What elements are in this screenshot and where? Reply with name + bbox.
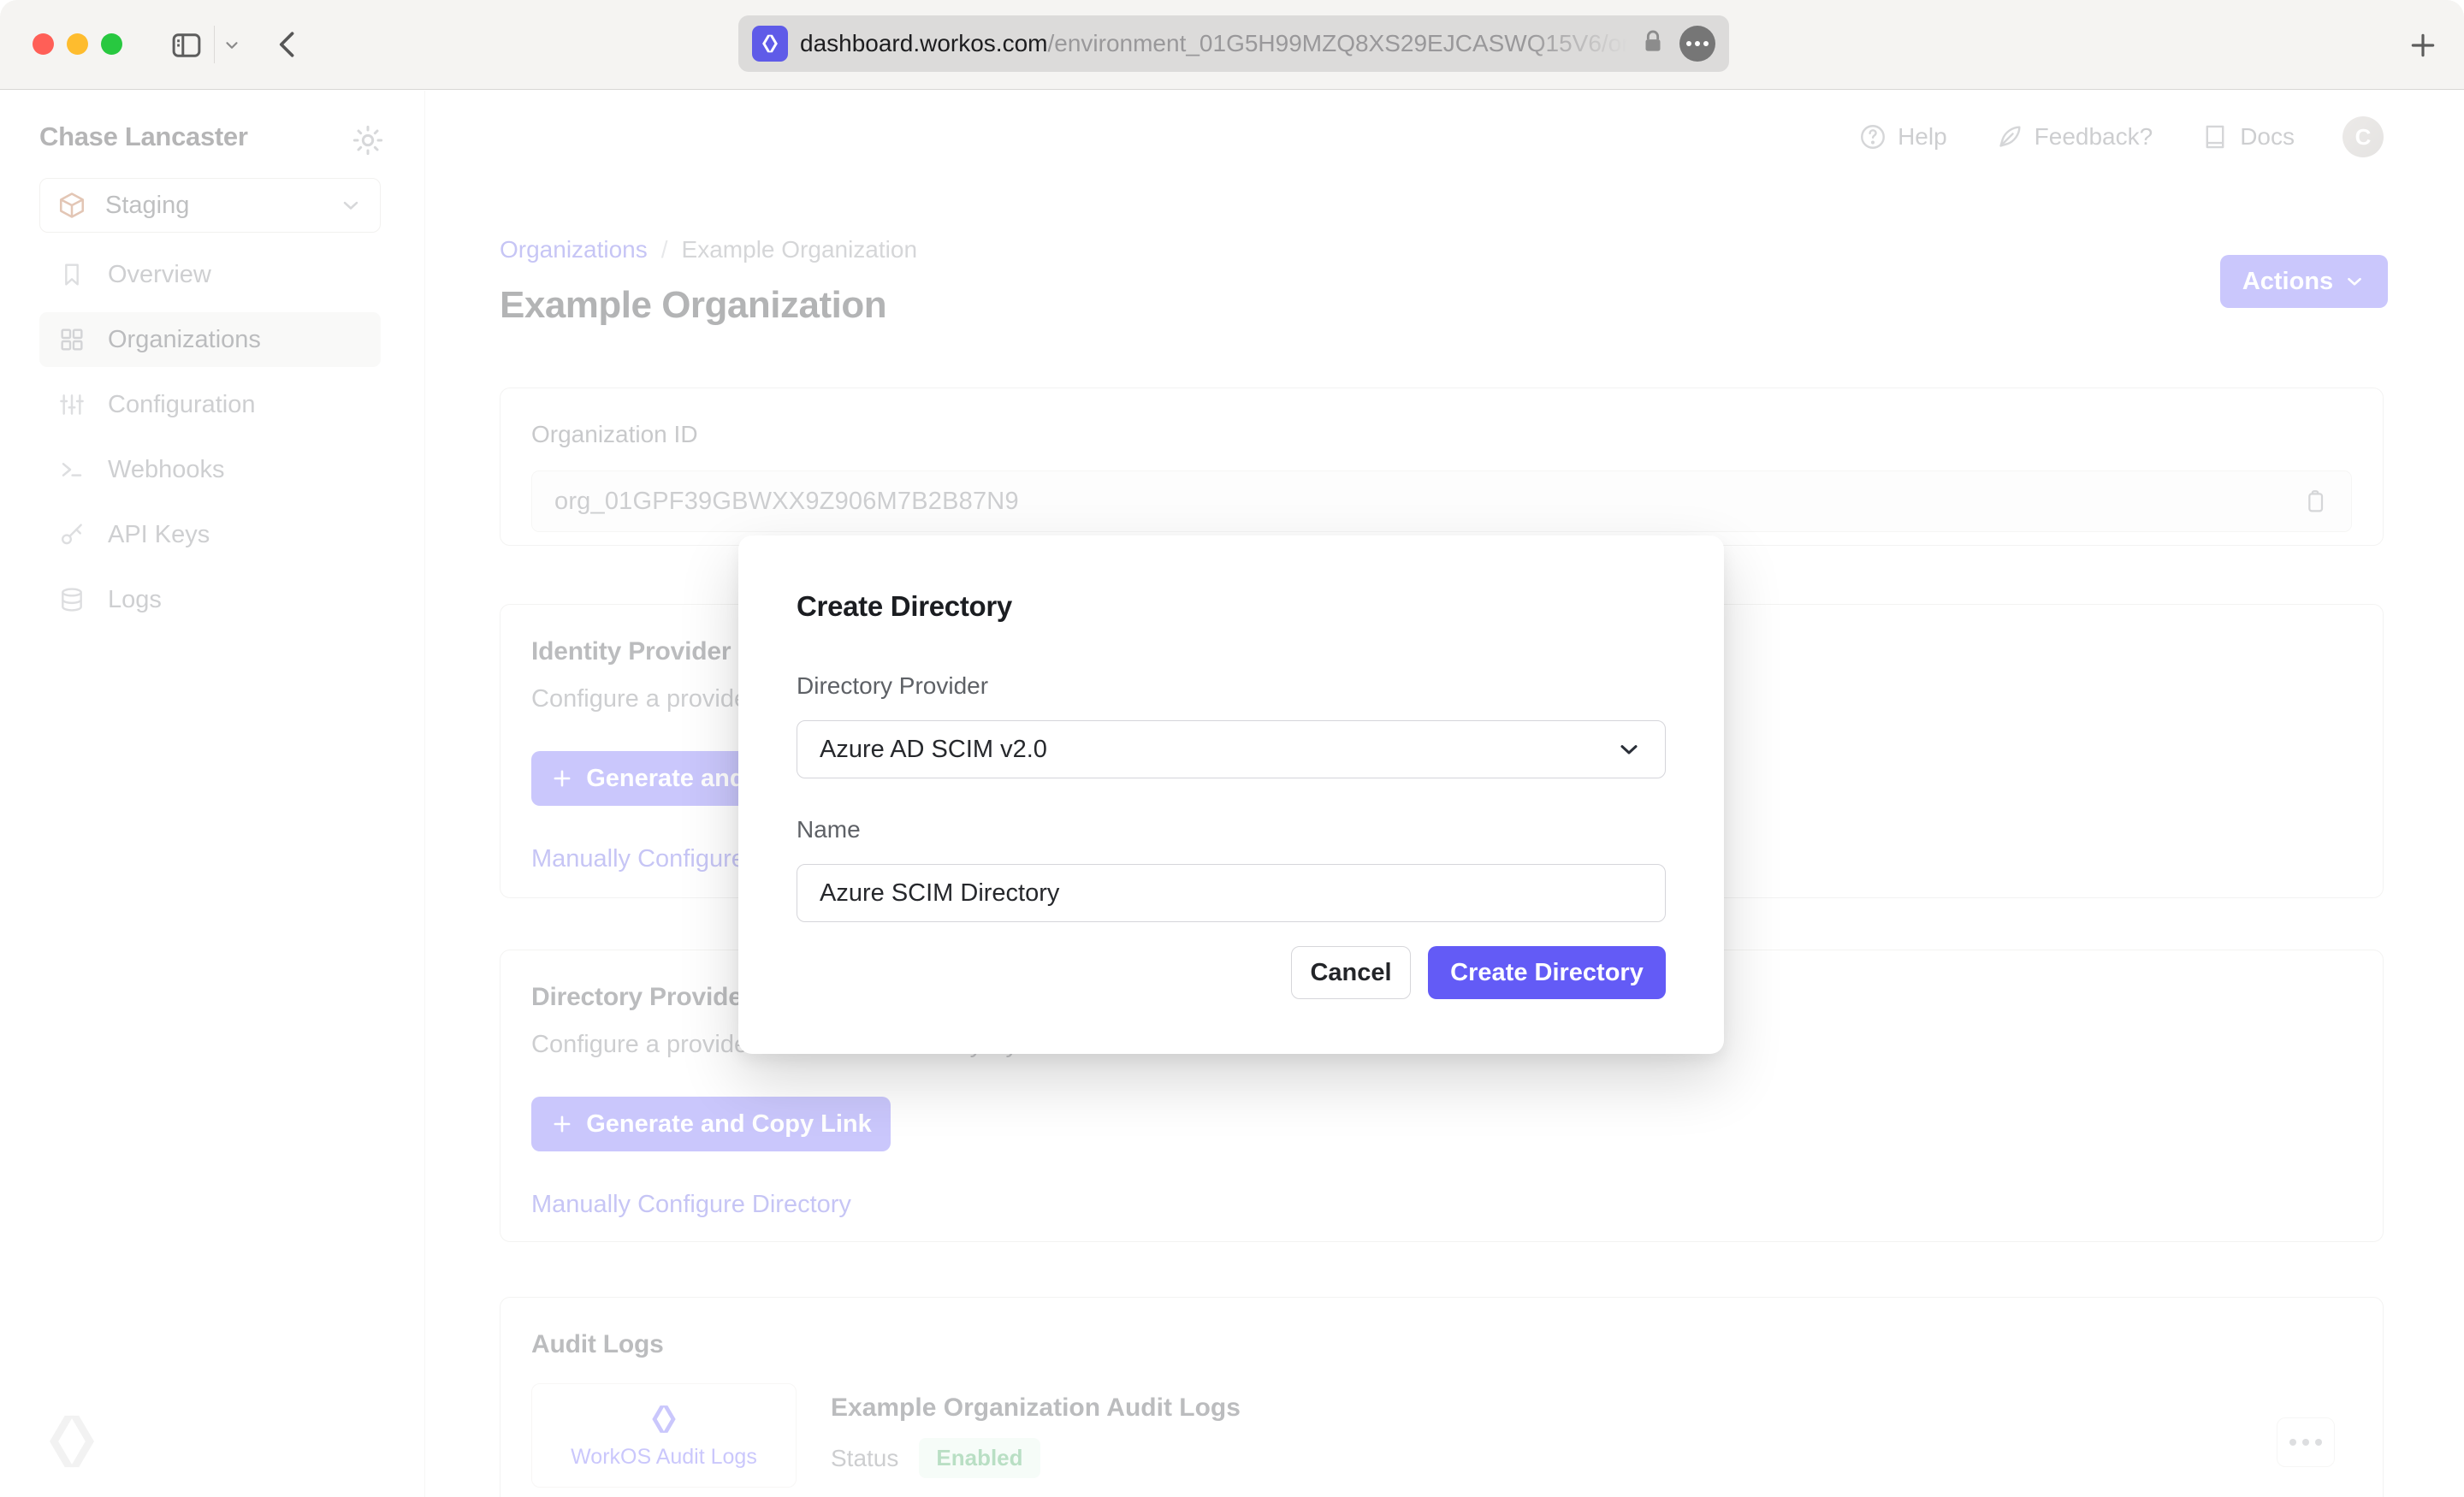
feedback-link[interactable]: Feedback? xyxy=(1995,122,2153,151)
page-settings-icon[interactable] xyxy=(1679,26,1715,62)
key-icon xyxy=(58,521,86,548)
environment-label: Staging xyxy=(105,192,189,220)
audit-logs-card: Audit Logs WorkOS Audit Logs Example Org… xyxy=(500,1297,2384,1497)
book-icon xyxy=(2200,122,2230,151)
sidebar-item-label: Configuration xyxy=(108,391,256,419)
sidebar-item-label: Overview xyxy=(108,261,211,289)
create-directory-button[interactable]: Create Directory xyxy=(1428,946,1666,999)
sidebar-item-configuration[interactable]: Configuration xyxy=(39,377,381,432)
avatar[interactable]: C xyxy=(2343,116,2384,157)
environment-selector[interactable]: Staging xyxy=(39,178,381,233)
modal-title: Create Directory xyxy=(797,590,1666,623)
traffic-lights xyxy=(33,33,122,55)
generate-copy-link-button[interactable]: Generate and Copy Link xyxy=(531,1097,891,1151)
chevron-down-icon xyxy=(1615,736,1643,763)
chevron-down-icon xyxy=(2343,270,2366,293)
page-title: Example Organization xyxy=(500,284,886,327)
feedback-label: Feedback? xyxy=(2035,123,2153,151)
toolbar-divider xyxy=(214,26,215,63)
grid-icon xyxy=(58,326,86,353)
breadcrumb: Organizations / Example Organization xyxy=(500,236,917,263)
docs-link[interactable]: Docs xyxy=(2200,122,2295,151)
browser-window: dashboard.workos.com/environment_01G5H99… xyxy=(0,0,2464,1497)
directory-provider-selected-value: Azure AD SCIM v2.0 xyxy=(820,736,1047,764)
breadcrumb-organizations-link[interactable]: Organizations xyxy=(500,236,648,263)
workos-logo-icon xyxy=(647,1402,681,1436)
name-input[interactable] xyxy=(797,864,1666,922)
url-text: dashboard.workos.com/environment_01G5H99… xyxy=(800,30,1633,57)
organization-id-field: org_01GPF39GBWXX9Z906M7B2B87N9 xyxy=(531,470,2352,532)
help-icon xyxy=(1858,122,1887,151)
sidebar-item-label: Logs xyxy=(108,586,162,614)
chevron-down-icon xyxy=(339,193,363,217)
database-icon xyxy=(58,586,86,613)
close-window-button[interactable] xyxy=(33,33,54,55)
sidebar-item-label: Organizations xyxy=(108,326,261,354)
header-links: Help Feedback? Docs C xyxy=(1858,116,2384,157)
cancel-button[interactable]: Cancel xyxy=(1291,946,1411,999)
docs-label: Docs xyxy=(2240,123,2295,151)
workos-audit-logs-label: WorkOS Audit Logs xyxy=(571,1445,757,1470)
sidebar-toggle-icon[interactable] xyxy=(169,27,204,68)
bookmark-icon xyxy=(58,261,86,288)
organization-id-label: Organization ID xyxy=(531,421,2352,448)
sliders-icon xyxy=(58,391,86,418)
url-path: /environment_01G5H99MZQ8XS29EJCASWQ15V6/… xyxy=(1047,30,1633,57)
help-link[interactable]: Help xyxy=(1858,122,1947,151)
account-name: Chase Lancaster xyxy=(39,121,248,152)
organization-id-card: Organization ID org_01GPF39GBWXX9Z906M7B… xyxy=(500,388,2384,546)
audit-row-title: Example Organization Audit Logs xyxy=(831,1393,1241,1423)
sidebar: Chase Lancaster Staging Overview xyxy=(0,91,425,1497)
status-label: Status xyxy=(831,1445,898,1472)
workos-logo-icon xyxy=(39,1409,104,1478)
actions-label: Actions xyxy=(2242,268,2333,296)
new-tab-icon[interactable] xyxy=(2406,28,2440,67)
sidebar-item-overview[interactable]: Overview xyxy=(39,247,381,302)
browser-chrome: dashboard.workos.com/environment_01G5H99… xyxy=(0,0,2464,90)
audit-logs-row: WorkOS Audit Logs Example Organization A… xyxy=(531,1383,2352,1488)
plus-icon xyxy=(550,1112,574,1136)
audit-row-menu-button[interactable] xyxy=(2277,1417,2335,1467)
actions-button[interactable]: Actions xyxy=(2220,255,2388,308)
name-field-label: Name xyxy=(797,816,1666,843)
settings-gear-icon[interactable] xyxy=(351,123,385,162)
workos-favicon-icon xyxy=(752,26,788,62)
minimize-window-button[interactable] xyxy=(67,33,88,55)
sidebar-item-api-keys[interactable]: API Keys xyxy=(39,507,381,562)
zoom-window-button[interactable] xyxy=(101,33,122,55)
url-domain: dashboard.workos.com xyxy=(800,30,1047,57)
page-content: Chase Lancaster Staging Overview xyxy=(0,91,2464,1497)
lock-icon xyxy=(1638,26,1667,62)
sidebar-item-logs[interactable]: Logs xyxy=(39,572,381,627)
create-directory-modal: Create Directory Directory Provider Azur… xyxy=(738,535,1724,1054)
terminal-icon xyxy=(58,456,86,483)
back-icon[interactable] xyxy=(270,25,307,68)
directory-provider-select[interactable]: Azure AD SCIM v2.0 xyxy=(797,720,1666,778)
sidebar-item-webhooks[interactable]: Webhooks xyxy=(39,442,381,497)
status-badge: Enabled xyxy=(919,1438,1040,1478)
address-bar[interactable]: dashboard.workos.com/environment_01G5H99… xyxy=(738,15,1729,72)
help-label: Help xyxy=(1898,123,1947,151)
feather-icon xyxy=(1995,122,2024,151)
cube-icon xyxy=(57,191,86,220)
organization-id-value: org_01GPF39GBWXX9Z906M7B2B87N9 xyxy=(554,488,1019,516)
copy-icon[interactable] xyxy=(2301,488,2329,515)
breadcrumb-current: Example Organization xyxy=(682,236,917,263)
breadcrumb-separator: / xyxy=(661,236,668,263)
plus-icon xyxy=(550,766,574,790)
manually-configure-directory-link[interactable]: Manually Configure Directory xyxy=(531,1191,851,1219)
sidebar-nav: Overview Organizations Configuration Web… xyxy=(39,247,381,637)
generate-copy-link-label: Generate and Copy Link xyxy=(586,1110,872,1139)
directory-provider-field-label: Directory Provider xyxy=(797,672,1666,700)
sidebar-item-label: API Keys xyxy=(108,521,210,549)
audit-logs-title: Audit Logs xyxy=(531,1330,2352,1359)
workos-audit-logs-tile[interactable]: WorkOS Audit Logs xyxy=(531,1383,797,1488)
chevron-down-icon[interactable] xyxy=(221,36,243,59)
sidebar-item-organizations[interactable]: Organizations xyxy=(39,312,381,367)
sidebar-item-label: Webhooks xyxy=(108,456,225,484)
